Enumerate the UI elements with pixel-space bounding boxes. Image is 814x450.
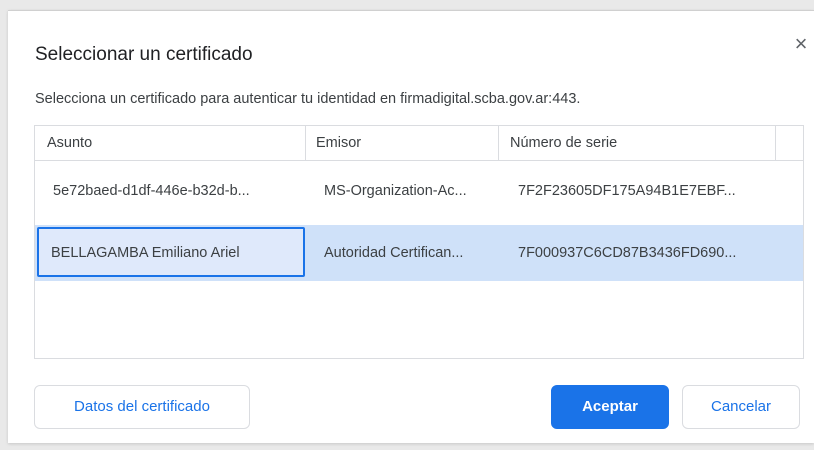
column-divider[interactable] [498,126,499,160]
cell-serie: 7F2F23605DF175A94B1E7EBF... [518,183,736,199]
dialog-title: Seleccionar un certificado [35,44,253,65]
certificate-table: Asunto Emisor Número de serie 5e72baed-d… [34,125,804,359]
column-divider[interactable] [305,126,306,160]
cell-serie: 7F000937C6CD87B3436FD690... [518,245,737,261]
cell-asunto: 5e72baed-d1df-446e-b32d-b... [53,183,250,199]
column-divider[interactable] [775,126,776,160]
certificate-dialog: × Seleccionar un certificado Selecciona … [8,10,814,443]
table-row[interactable]: 5e72baed-d1df-446e-b32d-b... MS-Organiza… [35,167,803,215]
cell-asunto: BELLAGAMBA Emiliano Ariel [51,245,240,261]
close-icon[interactable]: × [790,33,812,55]
accept-button[interactable]: Aceptar [551,385,669,429]
column-header-emisor[interactable]: Emisor [316,126,496,160]
table-row-selected[interactable]: BELLAGAMBA Emiliano Ariel Autoridad Cert… [35,225,803,281]
column-header-asunto[interactable]: Asunto [47,126,297,160]
table-header: Asunto Emisor Número de serie [35,126,803,161]
column-header-serie[interactable]: Número de serie [510,126,770,160]
dialog-subtitle: Selecciona un certificado para autentica… [35,91,581,107]
cell-emisor: MS-Organization-Ac... [324,183,467,199]
certificate-details-button[interactable]: Datos del certificado [34,385,250,429]
cell-emisor: Autoridad Certifican... [324,245,464,261]
cancel-button[interactable]: Cancelar [682,385,800,429]
